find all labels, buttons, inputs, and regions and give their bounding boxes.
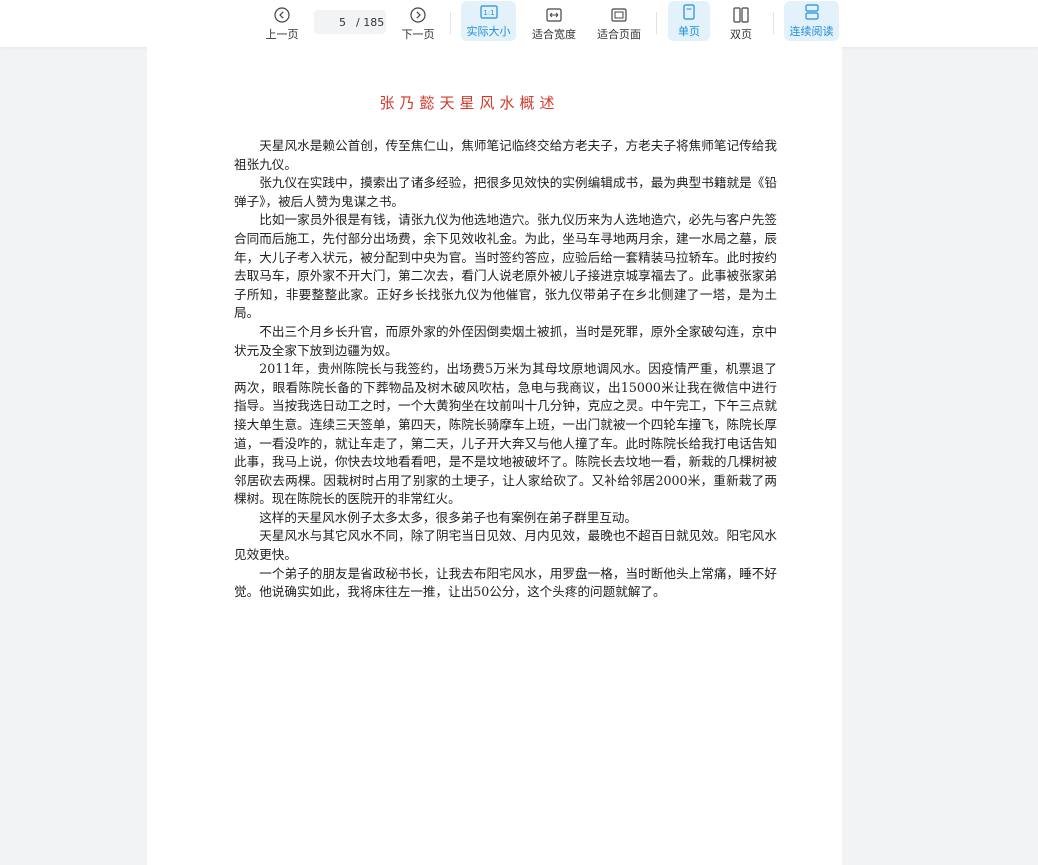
chevron-left-circle-icon (274, 6, 290, 23)
continuous-reading-icon (804, 4, 819, 20)
body-paragraph: 一个弟子的朋友是省政秘书长，让我去布阳宅风水，用罗盘一格，当时断他头上常痛，睡不… (234, 565, 777, 600)
body-paragraph: 2011年，贵州陈院长与我签约，出场费5万米为其母坟原地调风水。因疫情严重，机票… (234, 361, 777, 507)
fit-page-button[interactable]: 适合页面 (593, 0, 645, 47)
single-page-icon (683, 4, 695, 20)
actual-size-label: 实际大小 (466, 25, 511, 38)
next-page-button[interactable]: 下一页 (398, 0, 438, 47)
document-body: 天星风水是赖公首创，传至焦仁山，焦师笔记临终交给方老夫子，方老夫子将焦师笔记传给… (234, 137, 777, 602)
prev-page-label: 上一页 (265, 27, 299, 41)
viewer-toolbar: 上一页 5 / 185 下一页 1:1 实际大小 适合宽度 适合页面 单页 双页… (0, 0, 1038, 47)
actual-size-icon: 1:1 (479, 5, 498, 19)
body-paragraph: 天星风水与其它风水不同，除了阴宅当日见效、月内见效，最晚也不超百日就见效。阳宅风… (234, 528, 777, 563)
toolbar-divider (773, 12, 774, 34)
fit-width-button[interactable]: 适合宽度 (527, 0, 581, 47)
body-paragraph: 比如一家员外很是有钱，请张九仪为他选地造穴。张九仪历来为人选地造穴，必先与客户先… (234, 212, 777, 321)
page-number-box[interactable]: 5 / 185 (314, 10, 386, 34)
document-page: 张乃懿天星风水概述 天星风水是赖公首创，传至焦仁山，焦师笔记临终交给方老夫子，方… (147, 47, 842, 865)
double-page-button[interactable]: 双页 (721, 0, 761, 47)
next-page-label: 下一页 (401, 27, 435, 41)
current-page-input[interactable]: 5 (314, 16, 350, 29)
chevron-right-circle-icon (410, 6, 426, 23)
fit-width-icon (546, 7, 562, 22)
body-paragraph: 天星风水是赖公首创，传至焦仁山，焦师笔记临终交给方老夫子，方老夫子将焦师笔记传给… (234, 138, 777, 172)
svg-text:1:1: 1:1 (483, 9, 494, 17)
single-page-button[interactable]: 单页 (668, 1, 710, 41)
continuous-reading-button[interactable]: 连续阅读 (784, 1, 839, 41)
body-paragraph: 张九仪在实践中，摸索出了诸多经验，把很多见效快的实例编辑成书，最为典型书籍就是《… (234, 175, 777, 209)
fit-page-label: 适合页面 (597, 27, 641, 41)
continuous-reading-label: 连续阅读 (789, 25, 834, 38)
fit-width-label: 适合宽度 (532, 27, 576, 41)
double-page-label: 双页 (730, 27, 752, 41)
prev-page-button[interactable]: 上一页 (262, 0, 302, 47)
total-pages: / 185 (356, 15, 385, 29)
double-page-icon (733, 6, 749, 23)
fit-page-icon (611, 7, 627, 22)
actual-size-button[interactable]: 1:1 实际大小 (461, 1, 516, 41)
body-paragraph: 这样的天星风水例子太多太多，很多弟子也有案例在弟子群里互动。 (259, 509, 637, 525)
document-title: 张乃懿天星风水概述 (379, 94, 560, 112)
body-paragraph: 不出三个月乡长升官，而原外家的外侄因倒卖烟土被抓，当时是死罪，原外全家破勾连，京… (234, 323, 777, 358)
single-page-label: 单页 (678, 25, 700, 38)
toolbar-divider (450, 12, 451, 34)
toolbar-divider (656, 12, 657, 34)
